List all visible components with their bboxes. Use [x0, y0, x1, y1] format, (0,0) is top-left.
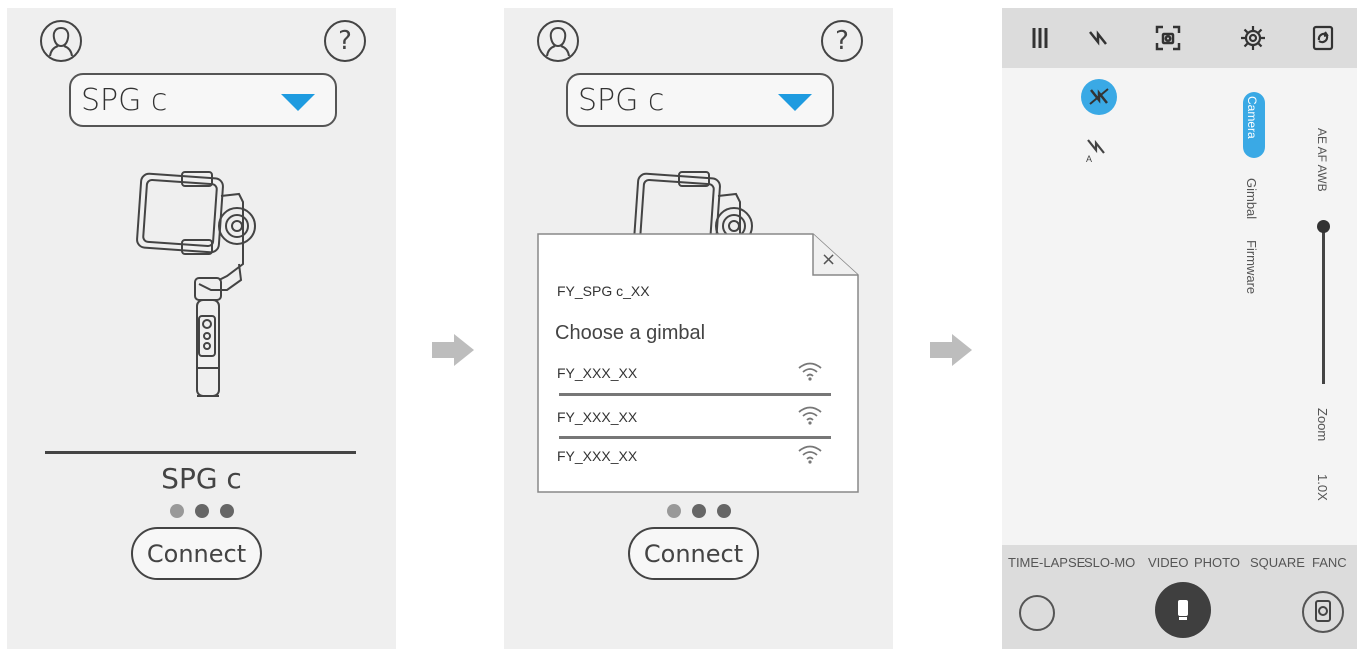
- list-divider: [559, 436, 831, 439]
- zoom-slider-handle[interactable]: [1317, 220, 1330, 233]
- tab-gimbal[interactable]: Gimbal: [1244, 178, 1259, 219]
- flash-auto-icon[interactable]: A: [1082, 134, 1112, 164]
- mode-square[interactable]: SQUARE: [1250, 555, 1305, 570]
- help-icon[interactable]: ?: [821, 20, 863, 62]
- settings-gear-icon[interactable]: [1239, 24, 1267, 52]
- device-model-dropdown[interactable]: SPG c: [69, 73, 337, 127]
- help-icon[interactable]: ?: [324, 20, 366, 62]
- gimbal-select-screen: ? SPG c × FY_SPG c_XX Choose a gimbal FY…: [504, 8, 893, 649]
- device-name-label: SPG c: [161, 462, 242, 495]
- dropdown-selected-value: SPG c: [578, 83, 665, 118]
- camera-switch-button[interactable]: [1302, 591, 1344, 633]
- mode-time-lapse[interactable]: TIME-LAPSE: [1008, 555, 1085, 570]
- exposure-focus-wb-label[interactable]: AE AF AWB: [1315, 128, 1329, 192]
- page-indicator: [7, 504, 396, 518]
- device-model-dropdown[interactable]: SPG c: [566, 73, 834, 127]
- dialog-title: Choose a gimbal: [555, 322, 706, 344]
- mode-photo[interactable]: PHOTO: [1194, 555, 1240, 570]
- flash-off-icon[interactable]: [1080, 78, 1118, 116]
- camera-screen: A Camera Gimbal Firmware AE AF AWB Zoom …: [1002, 8, 1357, 649]
- choose-gimbal-dialog: × FY_SPG c_XX Choose a gimbal FY_XXX_XX …: [537, 233, 859, 493]
- mode-video[interactable]: VIDEO: [1148, 555, 1188, 570]
- switch-camera-icon[interactable]: [1309, 24, 1337, 52]
- user-profile-icon[interactable]: [40, 20, 82, 62]
- close-icon[interactable]: ×: [821, 249, 836, 270]
- tab-camera-label: Camera: [1245, 96, 1259, 139]
- zoom-slider-track[interactable]: [1322, 226, 1325, 384]
- gallery-thumbnail-button[interactable]: [1019, 595, 1055, 631]
- camera-switch-icon: [1315, 600, 1331, 622]
- page-dot[interactable]: [219, 504, 234, 518]
- device-select-screen: ? SPG c SPG c Connect: [7, 8, 396, 649]
- current-connection-label: FY_SPG c_XX: [557, 283, 650, 299]
- page-dot[interactable]: [169, 504, 184, 518]
- zoom-label: Zoom: [1315, 408, 1330, 442]
- record-shutter-icon: [1178, 600, 1188, 620]
- page-indicator: [504, 504, 893, 518]
- wifi-signal-icon: [798, 445, 822, 464]
- gimbal-illustration: [136, 171, 256, 397]
- page-dot[interactable]: [666, 504, 681, 518]
- camera-top-toolbar: [1002, 8, 1357, 68]
- gimbal-name: FY_XXX_XX: [557, 365, 638, 381]
- gimbal-name: FY_XXX_XX: [557, 409, 638, 425]
- list-divider: [559, 393, 831, 396]
- page-dot[interactable]: [194, 504, 209, 518]
- page-dot[interactable]: [691, 504, 706, 518]
- record-button[interactable]: [1155, 582, 1211, 638]
- next-step-arrow-icon: [432, 334, 474, 366]
- wifi-signal-icon: [798, 406, 822, 425]
- focus-frame-icon[interactable]: [1154, 24, 1182, 52]
- section-divider: [45, 451, 356, 454]
- dropdown-arrow-icon: [778, 94, 812, 111]
- tab-firmware[interactable]: Firmware: [1244, 240, 1259, 294]
- wifi-signal-icon: [798, 362, 822, 381]
- svg-text:A: A: [1086, 154, 1092, 164]
- grid-lines-icon[interactable]: [1028, 24, 1056, 52]
- connect-button[interactable]: Connect: [131, 527, 262, 580]
- dropdown-arrow-icon: [281, 94, 315, 111]
- mode-fanc[interactable]: FANC: [1312, 555, 1347, 570]
- dropdown-selected-value: SPG c: [81, 83, 168, 118]
- next-step-arrow-icon: [930, 334, 972, 366]
- mode-slo-mo[interactable]: SLO-MO: [1084, 555, 1135, 570]
- connect-button[interactable]: Connect: [628, 527, 759, 580]
- gimbal-name: FY_XXX_XX: [557, 448, 638, 464]
- zoom-value: 1.0X: [1315, 474, 1330, 501]
- user-profile-icon[interactable]: [537, 20, 579, 62]
- flash-icon[interactable]: [1084, 24, 1112, 52]
- page-dot[interactable]: [716, 504, 731, 518]
- gimbal-list-item[interactable]: FY_XXX_XX: [557, 442, 833, 482]
